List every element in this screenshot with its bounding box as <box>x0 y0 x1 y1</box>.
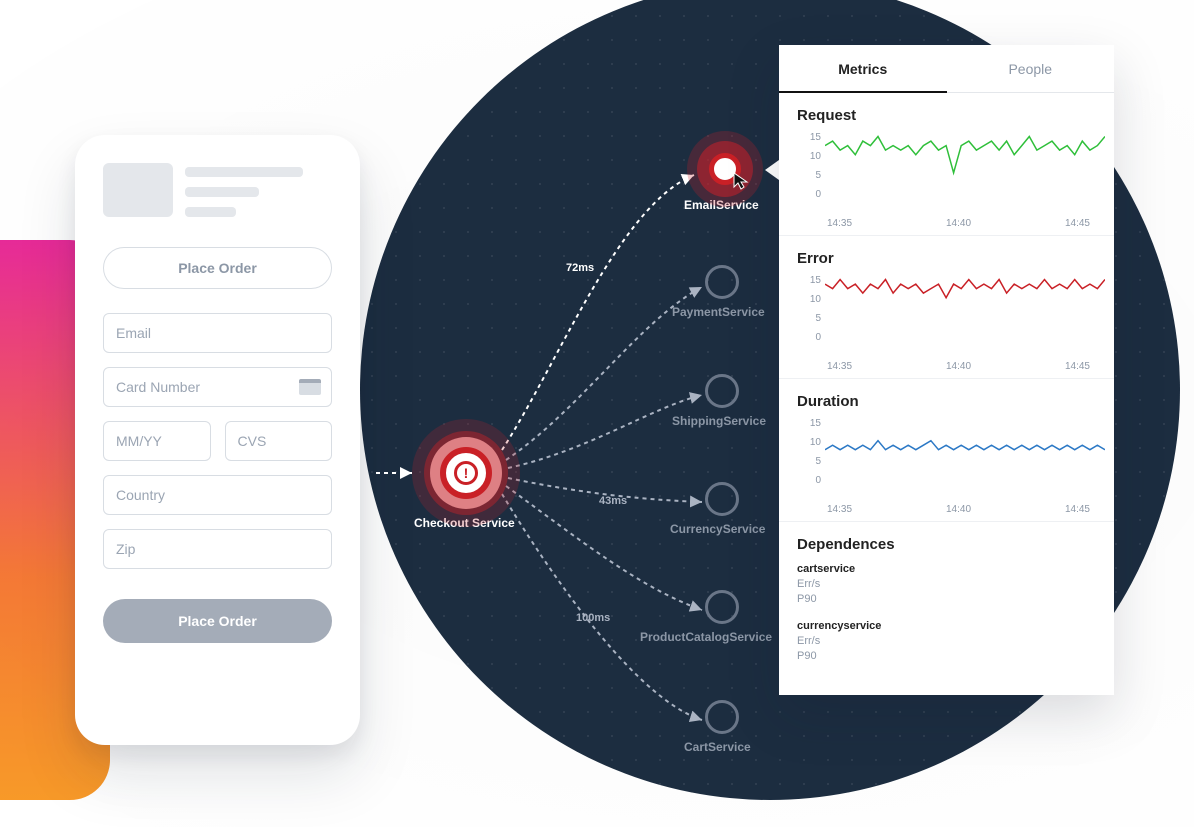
x-axis-ticks: 14:3514:4014:45 <box>797 218 1096 229</box>
payment-service-label: PaymentService <box>672 305 765 319</box>
cart-service-label: CartService <box>684 740 751 754</box>
section-title: Duration <box>797 393 1096 410</box>
currency-service-node[interactable] <box>705 482 739 516</box>
product-catalog-service-node[interactable] <box>705 590 739 624</box>
dependency-item: currencyservice Err/sP90 <box>797 620 1096 665</box>
product-catalog-service-label: ProductCatalogService <box>640 630 772 644</box>
payment-service-node[interactable] <box>705 265 739 299</box>
edge-latency-catalog: 100ms <box>576 612 610 624</box>
dependency-metric: P90 <box>797 649 1096 664</box>
dependency-name: cartservice <box>797 563 1096 575</box>
x-axis-ticks: 14:3514:4014:45 <box>797 361 1096 372</box>
section-title: Request <box>797 107 1096 124</box>
currency-service-label: CurrencyService <box>670 522 765 536</box>
checkout-service-node[interactable]: ! <box>430 437 502 509</box>
y-axis-ticks: 151050 <box>797 418 821 486</box>
dependency-metric: P90 <box>797 592 1096 607</box>
x-axis-ticks: 14:3514:4014:45 <box>797 504 1096 515</box>
error-chart <box>825 275 1105 343</box>
y-axis-ticks: 151050 <box>797 132 821 200</box>
tab-people[interactable]: People <box>947 45 1115 93</box>
section-error: Error 151050 14:3514:4014:45 <box>779 236 1114 379</box>
node-core: ! <box>440 447 492 499</box>
shipping-service-node[interactable] <box>705 374 739 408</box>
cart-service-node[interactable] <box>705 700 739 734</box>
request-chart <box>825 132 1105 200</box>
duration-chart <box>825 418 1105 486</box>
cursor-icon <box>732 172 750 192</box>
dependency-metric: Err/s <box>797 577 1096 592</box>
tab-metrics[interactable]: Metrics <box>779 45 947 93</box>
y-axis-ticks: 151050 <box>797 275 821 343</box>
metrics-panel: Metrics People Request 151050 14:3514:40… <box>779 45 1114 695</box>
dependency-name: currencyservice <box>797 620 1096 632</box>
shipping-service-label: ShippingService <box>672 414 766 428</box>
section-title: Error <box>797 250 1096 267</box>
section-request: Request 151050 14:3514:4014:45 <box>779 93 1114 236</box>
section-title: Dependences <box>797 536 1096 553</box>
section-duration: Duration 151050 14:3514:4014:45 <box>779 379 1114 522</box>
panel-tabs: Metrics People <box>779 45 1114 93</box>
edge-latency-currency: 43ms <box>599 495 627 507</box>
edge-latency-email: 72ms <box>566 262 594 274</box>
alert-icon: ! <box>454 461 478 485</box>
panel-pointer <box>765 160 779 180</box>
dependency-metric: Err/s <box>797 634 1096 649</box>
section-dependences: Dependences cartserviceErr/sP90currencys… <box>779 522 1114 695</box>
dependency-item: cartservice Err/sP90 <box>797 563 1096 608</box>
